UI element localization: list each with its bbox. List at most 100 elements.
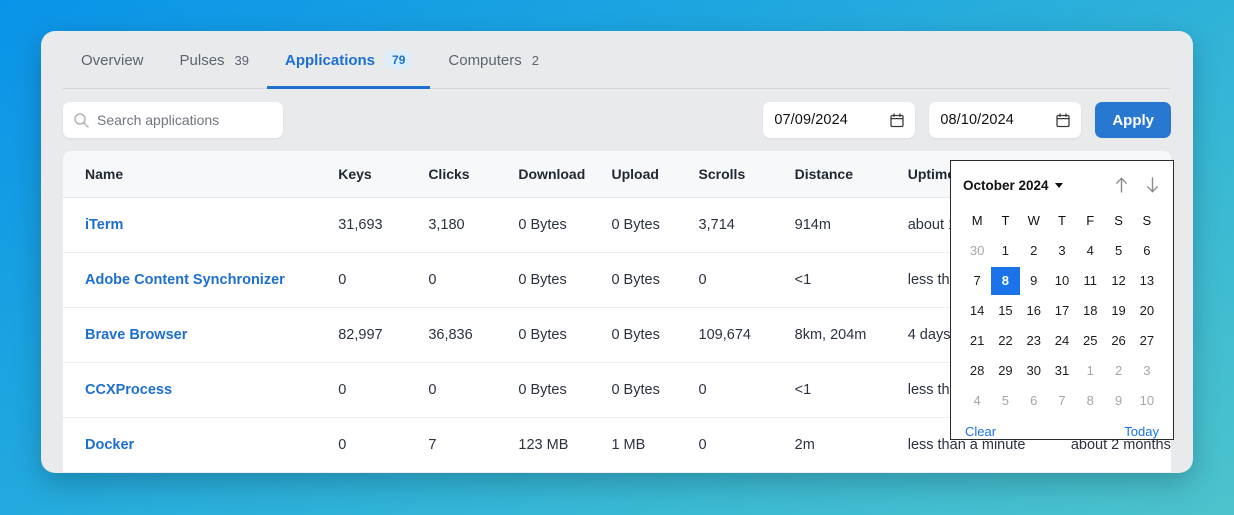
calendar-day[interactable]: 6 — [1020, 387, 1048, 415]
tab-applications[interactable]: Applications 79 — [267, 31, 431, 89]
cell-download: 123 MB — [518, 417, 612, 473]
calendar-day[interactable]: 30 — [1020, 357, 1048, 385]
calendar-day[interactable]: 26 — [1104, 327, 1132, 355]
calendar-day[interactable]: 7 — [1048, 387, 1076, 415]
calendar-day[interactable]: 1 — [991, 237, 1019, 265]
calendar-day[interactable]: 5 — [1104, 237, 1132, 265]
calendar-day[interactable]: 11 — [1076, 267, 1104, 295]
calendar-day[interactable]: 8 — [1076, 387, 1104, 415]
calendar-day[interactable]: 10 — [1048, 267, 1076, 295]
date-range-controls: 07/09/2024 08/10/2024 Apply — [763, 102, 1171, 138]
calendar-day[interactable]: 29 — [991, 357, 1019, 385]
calendar-day[interactable]: 9 — [1104, 387, 1132, 415]
calendar-day[interactable]: 14 — [963, 297, 991, 325]
calendar-day[interactable]: 19 — [1104, 297, 1132, 325]
tab-computers[interactable]: Computers 2 — [430, 31, 557, 89]
apply-button[interactable]: Apply — [1095, 102, 1171, 138]
date-picker-popup[interactable]: October 2024 M T W T F S S 30 1 2 3 4 5 6 7 8 9 10 11 12 13 1… — [950, 160, 1174, 440]
calendar-day[interactable]: 25 — [1076, 327, 1104, 355]
calendar-day[interactable]: 1 — [1076, 357, 1104, 385]
calendar-icon[interactable] — [1056, 112, 1070, 128]
day-of-week-label: T — [1058, 213, 1066, 228]
calendar-day[interactable]: 22 — [991, 327, 1019, 355]
tab-overview[interactable]: Overview — [63, 31, 162, 89]
calendar-day[interactable]: 13 — [1133, 267, 1161, 295]
calendar-day[interactable]: 9 — [1020, 267, 1048, 295]
calendar-day[interactable]: 24 — [1048, 327, 1076, 355]
cell-clicks: 3,180 — [428, 197, 519, 253]
calendar-day[interactable]: 31 — [1048, 357, 1076, 385]
cell-download: 0 Bytes — [518, 307, 612, 363]
search-input[interactable] — [97, 112, 273, 128]
search-box[interactable] — [63, 102, 283, 138]
tab-pulses[interactable]: Pulses 39 — [162, 31, 268, 89]
tab-label: Computers — [448, 51, 522, 69]
calendar-day[interactable]: 12 — [1104, 267, 1132, 295]
column-header[interactable]: Upload — [611, 151, 699, 198]
tab-count-badge: 79 — [385, 51, 413, 69]
calendar-day[interactable]: 2 — [1104, 357, 1132, 385]
calendar-day[interactable]: 23 — [1020, 327, 1048, 355]
calendar-day[interactable]: 15 — [991, 297, 1019, 325]
tab-label: Applications — [285, 51, 376, 69]
calendar-day[interactable]: 17 — [1048, 297, 1076, 325]
calendar-day[interactable]: 10 — [1133, 387, 1161, 415]
calendar-day[interactable]: 3 — [1048, 237, 1076, 265]
start-date-field[interactable]: 07/09/2024 — [763, 102, 916, 138]
application-name-cell: iTerm — [63, 197, 339, 253]
column-header[interactable]: Name — [63, 151, 339, 198]
column-header[interactable]: Keys — [338, 151, 429, 198]
column-header[interactable]: Scrolls — [698, 151, 795, 198]
month-year-dropdown[interactable]: October 2024 — [963, 178, 1063, 193]
date-picker-nav — [1113, 175, 1161, 195]
end-date-field[interactable]: 08/10/2024 — [929, 102, 1082, 138]
calendar-day[interactable]: 20 — [1133, 297, 1161, 325]
date-picker-grid: M T W T F S S 30 1 2 3 4 5 6 7 8 9 10 11 12 13 14 15 16 17 18 19 20… — [963, 207, 1161, 415]
column-header[interactable]: Download — [518, 151, 612, 198]
clear-button[interactable]: Clear — [965, 424, 996, 439]
arrow-down-icon[interactable] — [1144, 175, 1161, 195]
calendar-day[interactable]: 7 — [963, 267, 991, 295]
calendar-day[interactable]: 18 — [1076, 297, 1104, 325]
application-link[interactable]: Brave Browser — [85, 327, 187, 343]
cell-upload: 1 MB — [611, 417, 699, 473]
day-of-week-label: F — [1086, 213, 1095, 228]
calendar-day[interactable]: 27 — [1133, 327, 1161, 355]
calendar-day[interactable]: 21 — [963, 327, 991, 355]
calendar-day[interactable]: 4 — [1076, 237, 1104, 265]
application-link[interactable]: Docker — [85, 437, 134, 453]
application-link[interactable]: Adobe Content Synchronizer — [85, 272, 285, 288]
day-of-week-label: M — [971, 213, 983, 228]
calendar-day[interactable]: 16 — [1020, 297, 1048, 325]
calendar-day[interactable]: 3 — [1133, 357, 1161, 385]
application-name-cell: Brave Browser — [63, 307, 339, 363]
calendar-day[interactable]: 28 — [963, 357, 991, 385]
cell-upload: 0 Bytes — [611, 197, 699, 253]
arrow-up-icon[interactable] — [1113, 175, 1130, 195]
cell-clicks: 36,836 — [428, 307, 519, 363]
tab-label: Overview — [81, 51, 144, 69]
search-icon — [73, 112, 89, 128]
column-header[interactable]: Clicks — [428, 151, 519, 198]
cell-clicks: 0 — [428, 252, 519, 308]
calendar-day-selected[interactable]: 8 — [991, 267, 1020, 295]
calendar-day[interactable]: 2 — [1020, 237, 1048, 265]
tab-bar: Overview Pulses 39 Applications 79 Computers 2 — [41, 31, 1193, 89]
cell-download: 0 Bytes — [518, 252, 612, 308]
calendar-day[interactable]: 30 — [963, 237, 991, 265]
application-link[interactable]: iTerm — [85, 217, 123, 233]
column-header[interactable]: Distance — [794, 151, 908, 198]
calendar-icon[interactable] — [890, 112, 904, 128]
cell-distance: 2m — [794, 417, 908, 473]
application-link[interactable]: CCXProcess — [85, 382, 172, 398]
calendar-day[interactable]: 4 — [963, 387, 991, 415]
cell-scrolls: 109,674 — [698, 307, 795, 363]
calendar-day[interactable]: 5 — [991, 387, 1019, 415]
today-button[interactable]: Today — [1124, 424, 1159, 439]
cell-keys: 82,997 — [338, 307, 429, 363]
calendar-day[interactable]: 6 — [1133, 237, 1161, 265]
cell-download: 0 Bytes — [518, 362, 612, 418]
cell-keys: 0 — [338, 362, 429, 418]
day-of-week-label: S — [1142, 213, 1152, 228]
caret-down-icon — [1054, 182, 1063, 188]
